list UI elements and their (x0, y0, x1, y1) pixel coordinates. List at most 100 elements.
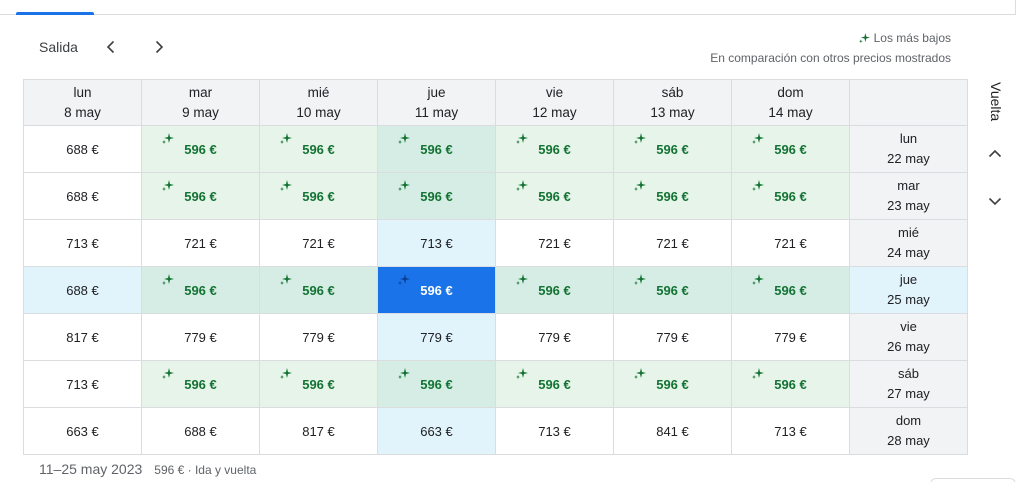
price-cell[interactable]: 817 € (259, 407, 378, 455)
price-cell[interactable]: 721 € (259, 219, 378, 267)
price-cell[interactable]: 596 € (377, 125, 496, 173)
price-value: 841 € (656, 423, 689, 439)
price-cell[interactable]: 596 € (259, 172, 378, 220)
departure-day-header: jue 11 may (377, 79, 496, 126)
price-value: 596 € (774, 141, 807, 157)
price-cell[interactable]: 688 € (23, 125, 142, 173)
price-value: 779 € (302, 329, 335, 345)
price-cell[interactable]: 596 € (377, 266, 496, 314)
price-value: 779 € (774, 329, 807, 345)
price-cell[interactable]: 713 € (731, 407, 850, 455)
price-value: 713 € (66, 235, 99, 251)
price-value: 721 € (774, 235, 807, 251)
price-cell[interactable]: 596 € (141, 360, 260, 408)
price-value: 779 € (538, 329, 571, 345)
price-legend: Los más bajos En comparación con otros p… (710, 28, 951, 68)
departure-nav: Salida (39, 36, 78, 58)
price-value: 596 € (656, 376, 689, 392)
price-cell[interactable]: 688 € (23, 266, 142, 314)
price-value: 596 € (656, 141, 689, 157)
price-cell[interactable]: 596 € (377, 172, 496, 220)
price-cell[interactable]: 596 € (495, 360, 614, 408)
price-cell[interactable]: 663 € (377, 407, 496, 455)
price-cell[interactable]: 713 € (23, 360, 142, 408)
departure-date: 10 may (296, 104, 341, 120)
next-return-week-button[interactable] (984, 190, 1006, 212)
price-cell[interactable]: 596 € (731, 172, 850, 220)
price-cell[interactable]: 688 € (23, 172, 142, 220)
price-cell[interactable]: 596 € (141, 266, 260, 314)
price-cell[interactable]: 596 € (731, 266, 850, 314)
price-cell[interactable]: 779 € (613, 313, 732, 361)
price-value: 713 € (774, 423, 807, 439)
chevron-down-icon (988, 197, 1002, 206)
price-cell[interactable]: 713 € (495, 407, 614, 455)
price-cell[interactable]: 596 € (377, 360, 496, 408)
price-cell[interactable]: 779 € (377, 313, 496, 361)
price-value: 663 € (66, 423, 99, 439)
return-day-label: dom 28 may (849, 407, 968, 455)
price-table: lun 8 may mar 9 may mié 10 may jue 11 may vie 12 … (23, 79, 968, 455)
price-cell[interactable]: 596 € (613, 266, 732, 314)
price-value: 663 € (420, 423, 453, 439)
sparkle-icon (516, 368, 528, 379)
price-cell[interactable]: 596 € (495, 172, 614, 220)
previous-week-button[interactable] (99, 36, 123, 58)
price-cell[interactable]: 779 € (141, 313, 260, 361)
price-cell[interactable]: 596 € (495, 266, 614, 314)
price-cell[interactable]: 596 € (613, 172, 732, 220)
return-label: Vuelta (988, 82, 1004, 122)
price-value: 779 € (420, 329, 453, 345)
price-cell[interactable]: 713 € (23, 219, 142, 267)
price-value: 596 € (656, 282, 689, 298)
price-cell[interactable]: 596 € (731, 125, 850, 173)
header-corner (849, 79, 968, 126)
price-cell[interactable]: 779 € (731, 313, 850, 361)
active-tab-indicator (16, 12, 94, 15)
price-cell[interactable]: 721 € (495, 219, 614, 267)
price-cell[interactable]: 596 € (731, 360, 850, 408)
price-cell[interactable]: 596 € (613, 125, 732, 173)
price-value: 596 € (420, 141, 453, 157)
departure-day-header: mié 10 may (259, 79, 378, 126)
price-value: 596 € (538, 188, 571, 204)
sparkle-icon (162, 368, 174, 379)
price-value: 721 € (302, 235, 335, 251)
previous-return-week-button[interactable] (984, 143, 1006, 165)
sparkle-icon (398, 274, 410, 285)
price-cell[interactable]: 688 € (141, 407, 260, 455)
sparkle-icon (634, 133, 646, 144)
price-cell[interactable]: 596 € (259, 360, 378, 408)
departure-day-header: mar 9 may (141, 79, 260, 126)
price-cell[interactable]: 721 € (141, 219, 260, 267)
chevron-right-icon (155, 40, 164, 54)
departure-weekday: vie (545, 84, 564, 100)
price-value: 596 € (302, 376, 335, 392)
price-cell[interactable]: 663 € (23, 407, 142, 455)
price-cell[interactable]: 841 € (613, 407, 732, 455)
price-value: 779 € (184, 329, 217, 345)
return-weekday: sáb (898, 366, 919, 381)
price-cell[interactable]: 596 € (141, 125, 260, 173)
price-cell[interactable]: 596 € (259, 125, 378, 173)
price-cell[interactable]: 779 € (259, 313, 378, 361)
price-value: 596 € (302, 282, 335, 298)
price-value: 713 € (538, 423, 571, 439)
price-cell[interactable]: 596 € (141, 172, 260, 220)
return-day-label: mié 24 may (849, 219, 968, 267)
price-cell[interactable]: 779 € (495, 313, 614, 361)
return-weekday: lun (899, 131, 918, 146)
departure-date: 14 may (768, 104, 813, 120)
departure-date: 9 may (182, 104, 219, 120)
sparkle-icon (516, 180, 528, 191)
price-cell[interactable]: 596 € (495, 125, 614, 173)
price-cell[interactable]: 721 € (731, 219, 850, 267)
price-cell[interactable]: 596 € (613, 360, 732, 408)
next-week-button[interactable] (147, 36, 171, 58)
legend-comparison-text: En comparación con otros precios mostrad… (710, 51, 951, 65)
price-cell[interactable]: 817 € (23, 313, 142, 361)
price-cell[interactable]: 721 € (613, 219, 732, 267)
price-cell[interactable]: 596 € (259, 266, 378, 314)
price-value: 721 € (656, 235, 689, 251)
price-cell[interactable]: 713 € (377, 219, 496, 267)
